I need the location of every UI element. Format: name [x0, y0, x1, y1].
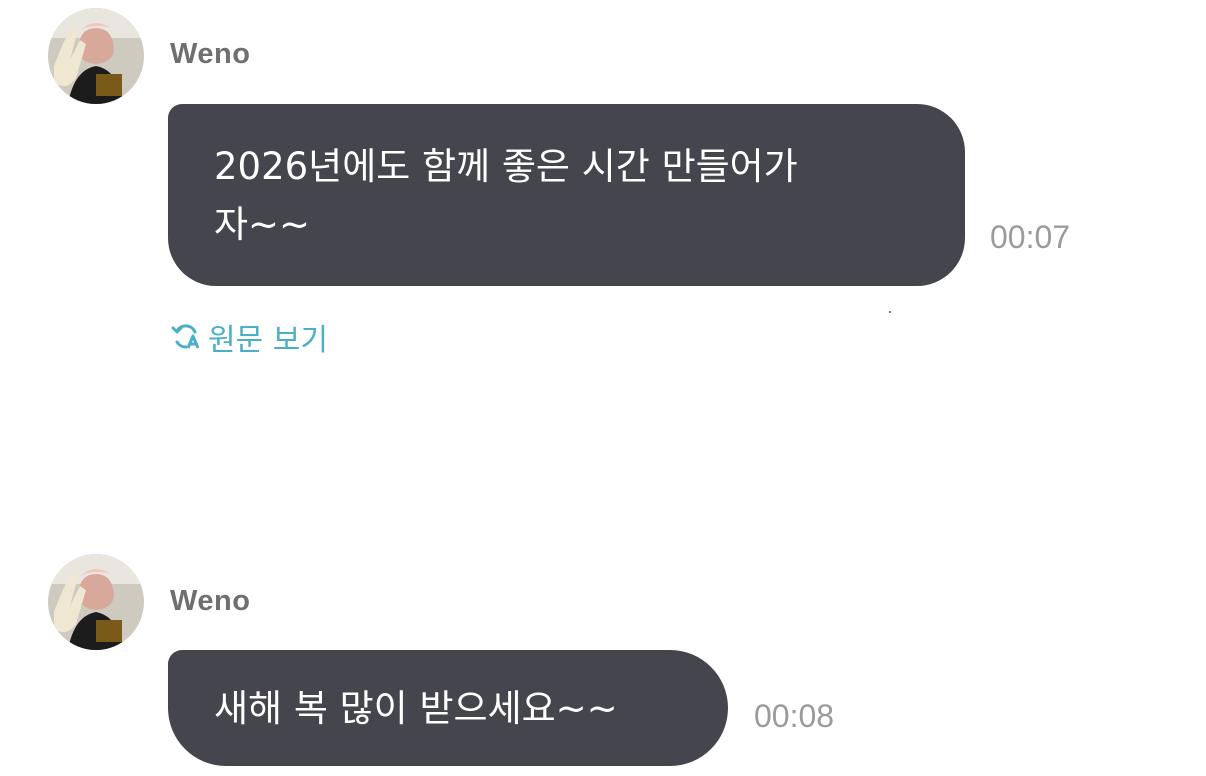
- message-bubble[interactable]: 새해 복 많이 받으세요~~: [168, 650, 728, 766]
- view-original-button[interactable]: 원문 보기: [170, 318, 328, 358]
- message-text: 새해 복 많이 받으세요~~: [214, 687, 618, 730]
- view-original-label: 원문 보기: [208, 323, 328, 358]
- sender-name: Weno: [170, 585, 251, 617]
- avatar-photo: [48, 8, 144, 104]
- sender-name: Weno: [170, 38, 251, 70]
- message-timestamp: 00:08: [754, 698, 835, 734]
- avatar[interactable]: [48, 8, 144, 104]
- avatar-photo: [48, 554, 144, 650]
- avatar[interactable]: [48, 554, 144, 650]
- message-text-line: 2026년에도 함께 좋은 시간 만들어가: [214, 145, 798, 188]
- message-text-line: 자~~: [214, 203, 311, 246]
- message-bubble[interactable]: 2026년에도 함께 좋은 시간 만들어가 자~~: [168, 104, 965, 286]
- message-timestamp: 00:07: [990, 219, 1071, 255]
- stray-dot: [889, 311, 891, 313]
- translate-refresh-icon: [171, 324, 200, 349]
